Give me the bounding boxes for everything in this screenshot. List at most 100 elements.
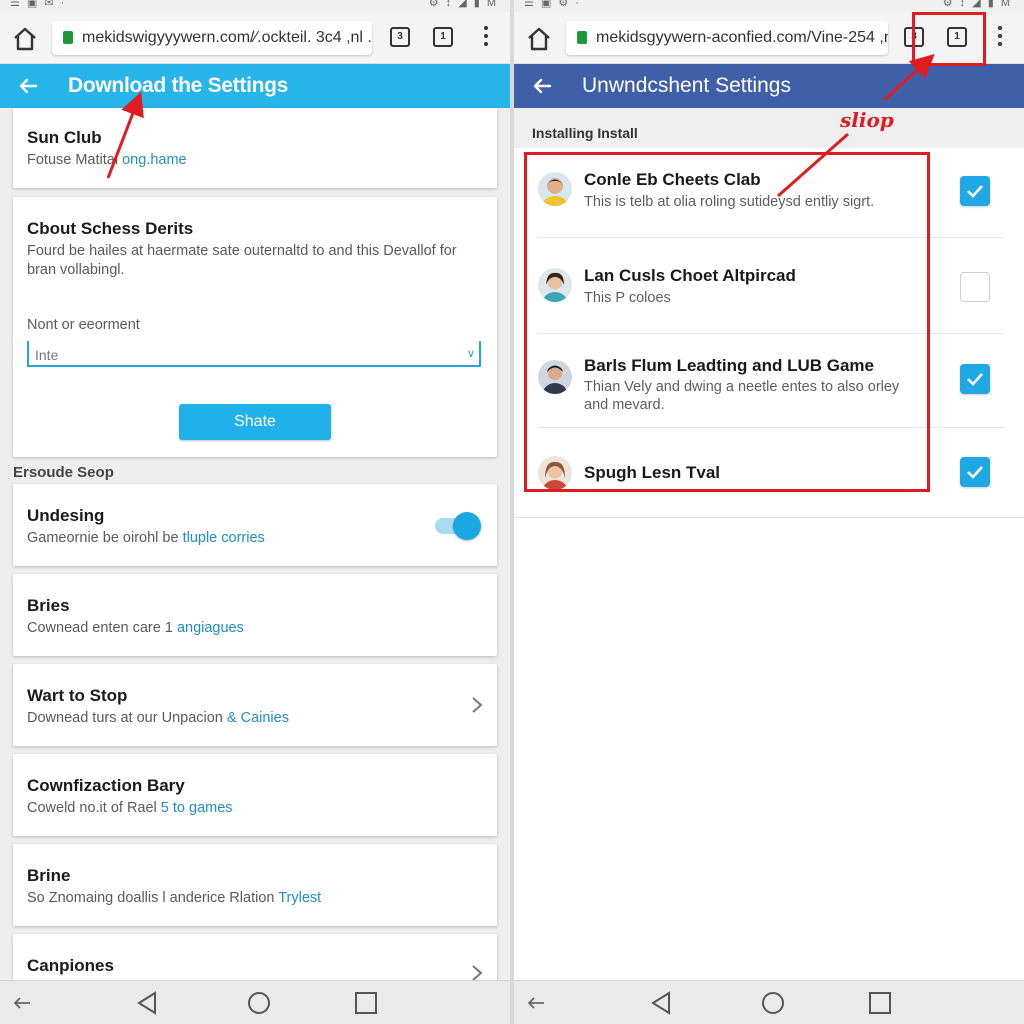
home-icon[interactable] bbox=[524, 24, 554, 54]
nav-home-circle-icon[interactable] bbox=[761, 991, 785, 1015]
setting-row-bries[interactable]: Bries Cownead enten care 1 angiagues bbox=[13, 574, 497, 656]
row-subtitle: Downead turs at our Unpacion & Cainies bbox=[27, 710, 289, 726]
avatar bbox=[538, 172, 572, 206]
nav-home-circle-icon[interactable] bbox=[247, 991, 271, 1015]
avatar bbox=[538, 456, 572, 490]
item-title: Conle Eb Cheets Clab bbox=[584, 170, 761, 189]
status-bar: ☰ ▣ ⚙ · ⚙ ↕ ◢ ▮ M bbox=[514, 0, 1024, 12]
row-title: Wart to Stop bbox=[27, 686, 128, 705]
row-subtitle: Gameornie be oirohl be tluple corries bbox=[27, 530, 265, 546]
row-title: Undesing bbox=[27, 506, 105, 525]
address-bar[interactable]: mekidsgyywern-aconfied.com/Vine-254 ,nl … bbox=[566, 21, 888, 55]
checkmark-icon bbox=[967, 185, 983, 198]
tab-switcher-button-2[interactable]: 1 bbox=[433, 27, 453, 47]
nav-back-small-icon[interactable] bbox=[526, 995, 546, 1011]
game-list: Conle Eb Cheets Clab This is telb at oli… bbox=[514, 148, 1024, 518]
app-bar: Unwndcshent Settings bbox=[514, 64, 1024, 108]
checkbox-unchecked[interactable] bbox=[960, 272, 990, 302]
list-item[interactable]: Spugh Lesn Tval bbox=[534, 428, 1004, 518]
url-text: mekidsgyywern-aconfied.com/Vine-254 ,nl … bbox=[596, 29, 888, 46]
card-body-line-2: bran vollabingl. bbox=[27, 262, 125, 278]
row-title: Cownfizaction Bary bbox=[27, 776, 185, 795]
row-subtitle: So Znomaing doallis l anderice Rlation T… bbox=[27, 890, 322, 906]
url-text: mekidswigyyywern.com/∕.ockteil. 3c4 ,nl … bbox=[82, 29, 372, 46]
lock-icon bbox=[63, 31, 73, 44]
overflow-menu-icon[interactable] bbox=[482, 26, 490, 50]
status-icons-right: ⚙ ↕ ◢ ▮ M bbox=[942, 0, 1012, 9]
chevron-right-icon bbox=[472, 697, 483, 713]
row-title: Canpiones bbox=[27, 956, 114, 975]
setting-row-brine[interactable]: Brine So Znomaing doallis l anderice Rla… bbox=[13, 844, 497, 926]
avatar bbox=[538, 360, 572, 394]
row-link[interactable]: angiagues bbox=[177, 620, 244, 636]
page-title: Download the Settings bbox=[68, 74, 289, 97]
row-subtitle: Coweld no.it of Rael 5 to games bbox=[27, 800, 233, 816]
share-button[interactable]: Shate bbox=[179, 404, 331, 440]
row-link[interactable]: 5 to games bbox=[161, 800, 233, 816]
card-title: Sun Club bbox=[27, 128, 102, 147]
list-item[interactable]: Lan Cusls Choet Altpircad This P coloes bbox=[534, 238, 1004, 334]
setting-row-undesing[interactable]: Undesing Gameornie be oirohl be tluple c… bbox=[13, 484, 497, 566]
tab-switcher-button[interactable]: 3 bbox=[390, 27, 410, 47]
avatar bbox=[538, 268, 572, 302]
tab-switcher-button-2[interactable]: 1 bbox=[947, 27, 967, 47]
status-icons-left: ☰ ▣ ⚙ · bbox=[524, 0, 581, 9]
row-link[interactable]: Trylest bbox=[278, 890, 321, 906]
nav-recents-square-icon[interactable] bbox=[868, 991, 892, 1015]
back-arrow-icon[interactable] bbox=[16, 74, 40, 98]
address-bar[interactable]: mekidswigyyywern.com/∕.ockteil. 3c4 ,nl … bbox=[52, 21, 372, 55]
home-icon[interactable] bbox=[10, 24, 40, 54]
item-subtitle: This is telb at olia roling sutideysd en… bbox=[584, 194, 875, 210]
nav-recents-square-icon[interactable] bbox=[354, 991, 378, 1015]
back-arrow-icon[interactable] bbox=[530, 74, 554, 98]
page-title: Unwndcshent Settings bbox=[582, 74, 791, 97]
left-phone-screen: ☰ ▣ ✉ · ⚙ ↕ ◢ ▮ M mekidswigyyywern.com/∕… bbox=[0, 0, 510, 1024]
status-bar: ☰ ▣ ✉ · ⚙ ↕ ◢ ▮ M bbox=[0, 0, 510, 12]
setting-row-want-to-stop[interactable]: Wart to Stop Downead turs at our Unpacio… bbox=[13, 664, 497, 746]
setting-card-details: Cbout Schess Derits Fourd be hailes at h… bbox=[13, 197, 497, 457]
row-link[interactable]: & Cainies bbox=[227, 710, 289, 726]
system-nav-bar bbox=[0, 980, 510, 1024]
row-title: Brine bbox=[27, 866, 71, 885]
dropdown-caret-icon: ∨ bbox=[466, 348, 475, 360]
nav-back-triangle-icon[interactable] bbox=[650, 991, 672, 1015]
card-subtitle: Fotuse Matital ong.hame bbox=[27, 152, 187, 168]
status-icons-right: ⚙ ↕ ◢ ▮ M bbox=[428, 0, 498, 9]
browser-toolbar: mekidsgyywern-aconfied.com/Vine-254 ,nl … bbox=[514, 12, 1024, 64]
overflow-menu-icon[interactable] bbox=[996, 26, 1004, 50]
checkbox-checked[interactable] bbox=[960, 176, 990, 206]
card-body-line-1: Fourd be hailes at haermate sate outerna… bbox=[27, 243, 457, 259]
item-title: Barls Flum Leadting and LUB Game bbox=[584, 356, 874, 375]
section-header: Installing Install bbox=[514, 108, 1024, 148]
list-item[interactable]: Conle Eb Cheets Clab This is telb at oli… bbox=[534, 148, 1004, 238]
row-title: Bries bbox=[27, 596, 70, 615]
setting-card-sun-club[interactable]: Sun Club Fotuse Matital ong.hame bbox=[13, 108, 497, 188]
card-link[interactable]: ong.hame bbox=[122, 152, 187, 168]
checkbox-checked[interactable] bbox=[960, 364, 990, 394]
checkmark-icon bbox=[967, 373, 983, 386]
list-item[interactable]: Barls Flum Leadting and LUB Game Thian V… bbox=[534, 334, 1004, 428]
lock-icon bbox=[577, 31, 587, 44]
item-title: Lan Cusls Choet Altpircad bbox=[584, 266, 796, 285]
field-label: Nont or eeorment bbox=[27, 317, 140, 333]
app-bar: Download the Settings bbox=[0, 64, 510, 108]
right-phone-screen: ☰ ▣ ⚙ · ⚙ ↕ ◢ ▮ M mekidsgyywern-aconfied… bbox=[514, 0, 1024, 1024]
card-title: Cbout Schess Derits bbox=[27, 219, 194, 238]
row-link[interactable]: tluple corries bbox=[183, 530, 265, 546]
status-icons-left: ☰ ▣ ✉ · bbox=[10, 0, 67, 9]
checkbox-checked[interactable] bbox=[960, 457, 990, 487]
nav-back-small-icon[interactable] bbox=[12, 995, 32, 1011]
text-input[interactable]: Inte ∨ bbox=[27, 341, 481, 367]
toggle-switch[interactable] bbox=[433, 512, 481, 540]
nav-back-triangle-icon[interactable] bbox=[136, 991, 158, 1015]
section-header: Ersoude Seop bbox=[13, 464, 114, 481]
item-subtitle: This P coloes bbox=[584, 290, 671, 306]
text-input-value: Inte bbox=[35, 347, 59, 363]
checkmark-icon bbox=[967, 466, 983, 479]
browser-toolbar: mekidswigyyywern.com/∕.ockteil. 3c4 ,nl … bbox=[0, 12, 510, 64]
row-subtitle: Cownead enten care 1 angiagues bbox=[27, 620, 244, 636]
tab-switcher-button[interactable]: 3 bbox=[904, 27, 924, 47]
item-title: Spugh Lesn Tval bbox=[584, 463, 721, 482]
system-nav-bar bbox=[514, 980, 1024, 1024]
setting-row-configuration[interactable]: Cownfizaction Bary Coweld no.it of Rael … bbox=[13, 754, 497, 836]
